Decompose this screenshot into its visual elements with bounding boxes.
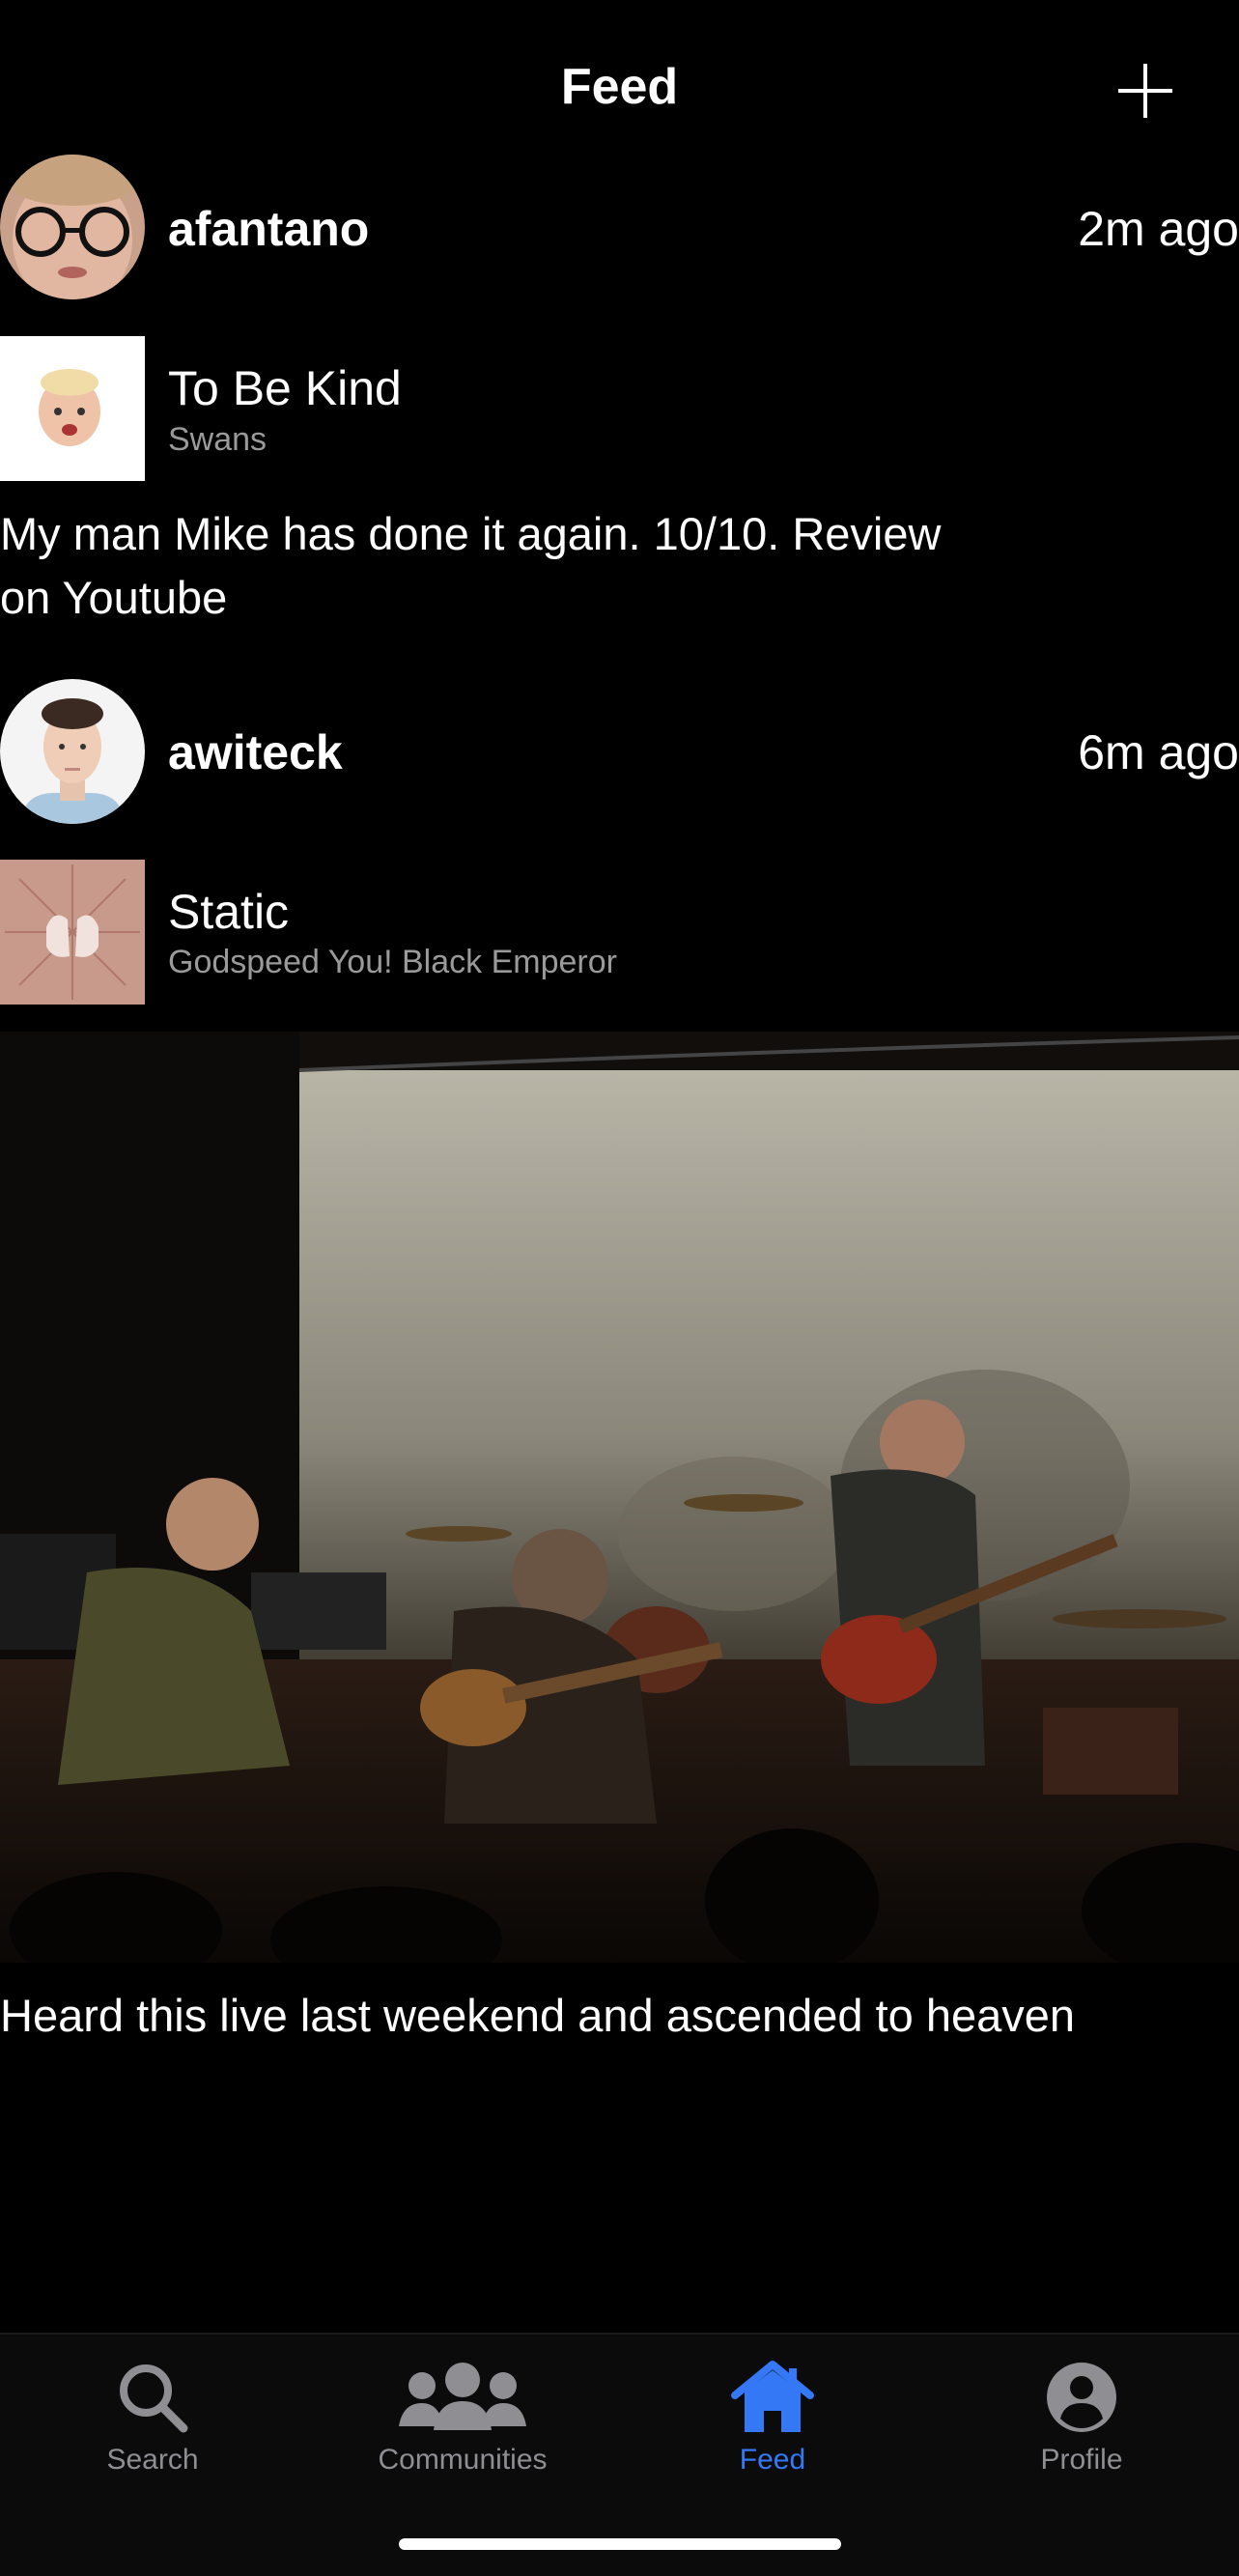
avatar[interactable] bbox=[0, 679, 145, 824]
home-icon bbox=[731, 2361, 814, 2432]
tab-label: Feed bbox=[739, 2444, 806, 2476]
tab-label: Profile bbox=[1040, 2444, 1123, 2476]
track-title[interactable]: To Be Kind bbox=[168, 360, 402, 416]
track-title[interactable]: Static bbox=[168, 884, 289, 940]
timestamp: 2m ago bbox=[1078, 202, 1239, 256]
album-art[interactable] bbox=[0, 336, 145, 481]
username[interactable]: afantano bbox=[168, 201, 369, 257]
tab-feed[interactable]: Feed bbox=[657, 2359, 888, 2504]
tab-search[interactable]: Search bbox=[37, 2359, 268, 2504]
person-icon bbox=[1047, 2363, 1116, 2432]
tab-label: Communities bbox=[378, 2444, 548, 2476]
tab-profile[interactable]: Profile bbox=[966, 2359, 1197, 2504]
home-indicator[interactable] bbox=[399, 2538, 841, 2550]
post-photo[interactable] bbox=[0, 1032, 1239, 1963]
post-text-line: My man Mike has done it again. 10/10. Re… bbox=[0, 508, 942, 559]
post-text-line: on Youtube bbox=[0, 572, 228, 623]
username[interactable]: awiteck bbox=[168, 724, 343, 780]
album-art[interactable] bbox=[0, 860, 145, 1005]
header: Feed bbox=[0, 0, 1239, 184]
page-title: Feed bbox=[560, 59, 679, 115]
post-text: My man Mike has done it again. 10/10. Re… bbox=[0, 502, 941, 630]
artist-name[interactable]: Godspeed You! Black Emperor bbox=[168, 944, 617, 981]
timestamp: 6m ago bbox=[1078, 725, 1239, 779]
post-text: Heard this live last weekend and ascende… bbox=[0, 1990, 1076, 2041]
tab-label: Search bbox=[106, 2444, 199, 2476]
people-icon bbox=[399, 2363, 526, 2430]
artist-name[interactable]: Swans bbox=[168, 421, 267, 459]
add-post-button[interactable] bbox=[1118, 64, 1172, 118]
tab-communities[interactable]: Communities bbox=[347, 2359, 578, 2504]
search-icon bbox=[120, 2364, 188, 2433]
avatar[interactable] bbox=[0, 155, 145, 299]
